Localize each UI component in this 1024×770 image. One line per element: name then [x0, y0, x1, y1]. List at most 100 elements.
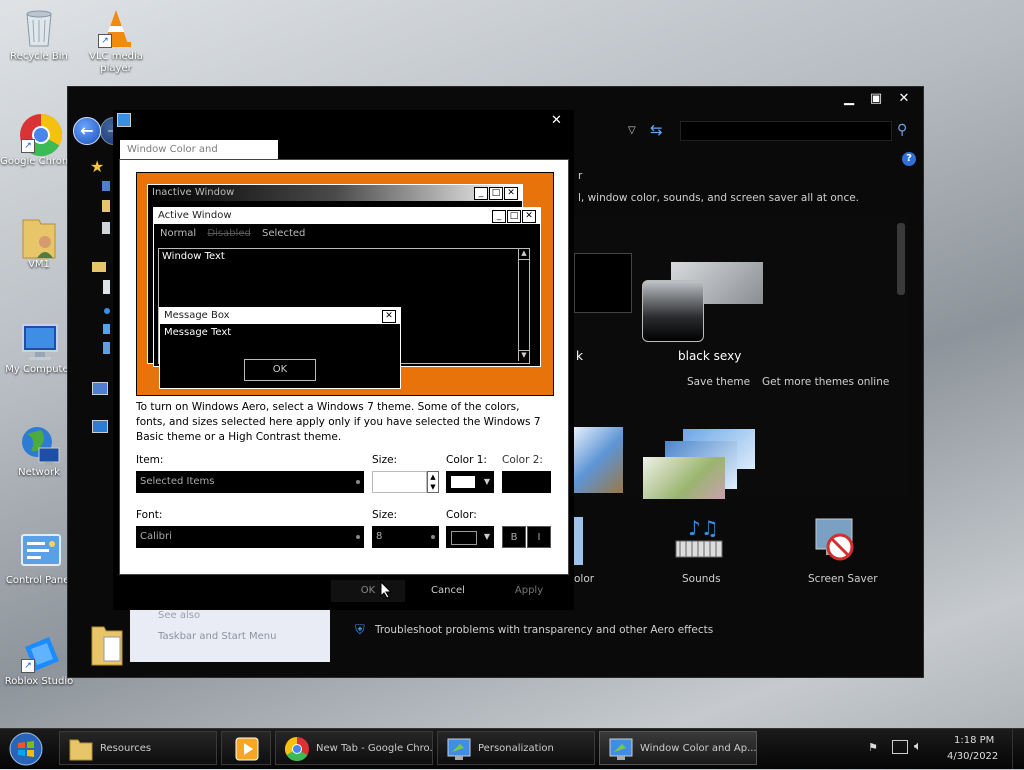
sidebar-network-icon[interactable]	[92, 420, 108, 433]
preview-scrollbar: ▲ ▼	[518, 249, 529, 361]
sounds-icon[interactable]: ♪♫	[674, 516, 724, 563]
size-spinner[interactable]: ▲ ▼	[427, 471, 439, 493]
sidebar-icon-6[interactable]	[103, 324, 110, 334]
taskbar-button-media[interactable]	[221, 731, 271, 765]
chrome-icon	[284, 736, 310, 762]
sidebar-folder-icon[interactable]	[92, 262, 106, 272]
font-size-value: 8	[376, 531, 383, 542]
taskbar-start-menu-link[interactable]: Taskbar and Start Menu	[158, 631, 276, 642]
see-also-heading: See also	[158, 610, 201, 621]
dialog-ok-button[interactable]: OK	[331, 580, 405, 602]
search-input[interactable]	[680, 121, 892, 141]
search-icon[interactable]: ⚲	[897, 122, 907, 138]
color2-picker[interactable]	[502, 471, 551, 493]
sidebar-icon-1[interactable]	[102, 181, 110, 191]
refresh-icon[interactable]: ⇆	[650, 121, 663, 139]
window-color-appearance-dialog: Inactive Window _ □ ✕ Active Window _ □ …	[119, 159, 569, 575]
preview-message-ok: OK	[244, 359, 316, 381]
dialog-cancel-button[interactable]: Cancel	[411, 580, 485, 602]
dropdown-icon	[356, 480, 360, 484]
font-color-picker[interactable]: ▼	[446, 526, 494, 548]
shortcut-arrow-icon: ↗	[98, 34, 112, 48]
desktop-icon-vlc[interactable]: ↗ VLC media player	[77, 8, 155, 75]
dropdown-icon	[356, 535, 360, 539]
color1-picker[interactable]: ▼	[446, 471, 494, 493]
font-size-select[interactable]: 8	[372, 526, 439, 548]
get-more-themes-link[interactable]: Get more themes online	[762, 376, 889, 388]
preview-active-title: Active Window	[158, 210, 232, 221]
maximize-button[interactable]: ▣	[865, 91, 887, 107]
desktop-background-thumbnail[interactable]	[573, 427, 623, 493]
computer-monitor-icon	[19, 321, 59, 361]
start-button[interactable]	[6, 731, 46, 767]
theme-left-label: k	[576, 349, 583, 363]
preview-window-text: Window Text	[162, 251, 225, 262]
control-panel-icon	[19, 532, 61, 572]
favorites-star-icon[interactable]: ★	[90, 157, 104, 176]
item-size-input[interactable]	[372, 471, 427, 493]
preview-message-title: Message Box	[164, 310, 230, 321]
taskbar-button-resources[interactable]: Resources	[59, 731, 217, 765]
aero-info-text: To turn on Windows Aero, select a Window…	[136, 401, 541, 443]
taskbar-button-label: Resources	[100, 743, 152, 754]
desktop-icon-label: Recycle Bin	[10, 51, 68, 62]
item-label: Item:	[136, 454, 164, 466]
media-player-icon	[234, 736, 260, 762]
close-button[interactable]: ✕	[893, 91, 915, 107]
preview-minimize-icon: _	[474, 187, 488, 200]
sidebar-icon-3[interactable]	[102, 222, 110, 234]
sidebar-icon-2[interactable]	[102, 200, 110, 212]
roblox-studio-icon: ↗	[19, 633, 59, 673]
dropdown-arrow-icon: ▼	[483, 532, 490, 541]
sidebar-icon-7[interactable]	[103, 342, 110, 354]
tray-volume-icon[interactable]: 🔈︎	[914, 739, 922, 754]
shortcut-arrow-icon: ↗	[21, 139, 35, 153]
dialog-close-button[interactable]: ✕	[551, 113, 562, 128]
desktop-background-stack[interactable]	[643, 429, 759, 499]
minimize-button[interactable]: ▁	[838, 91, 860, 107]
help-icon[interactable]: ?	[902, 152, 916, 166]
desktop-icon-recycle-bin[interactable]: Recycle Bin	[0, 8, 78, 63]
chrome-icon: ↗	[19, 113, 63, 157]
screen-saver-link[interactable]: Screen Saver	[808, 573, 878, 585]
dialog-apply-button[interactable]: Apply	[491, 580, 567, 602]
scrollbar[interactable]	[897, 223, 905, 295]
recycle-bin-icon	[19, 8, 59, 48]
preview-message-text: Message Text	[164, 327, 232, 338]
font-select-value: Calibri	[140, 531, 172, 542]
font-size-label: Size:	[372, 509, 398, 521]
appearance-preview[interactable]: Inactive Window _ □ ✕ Active Window _ □ …	[136, 172, 554, 396]
screen-saver-icon[interactable]	[812, 517, 860, 565]
font-select[interactable]: Calibri	[136, 526, 364, 548]
theme-thumbnail-black-sexy-front[interactable]	[642, 280, 704, 342]
back-button[interactable]: ←	[73, 117, 101, 145]
italic-toggle[interactable]: I	[527, 526, 551, 548]
item-select[interactable]: Selected Items	[136, 471, 364, 493]
preview-maximize-icon: □	[489, 187, 503, 200]
show-desktop-button[interactable]	[1012, 729, 1024, 769]
address-dropdown-icon[interactable]: ▽	[628, 125, 636, 136]
dialog-title: Window Color and Appearance	[120, 140, 278, 174]
svg-text:♪♫: ♪♫	[688, 517, 719, 540]
shield-icon: ⛨	[355, 623, 365, 638]
troubleshoot-link[interactable]: Troubleshoot problems with transparency …	[375, 624, 713, 636]
taskbar-button-chrome[interactable]: New Tab - Google Chro...	[275, 731, 433, 765]
tray-flag-icon[interactable]: ⚑	[868, 741, 878, 754]
sidebar-icon-5[interactable]	[104, 308, 110, 314]
taskbar-button-window-color[interactable]: Window Color and Ap...	[599, 731, 757, 765]
save-theme-link[interactable]: Save theme	[687, 376, 750, 388]
theme-thumbnail-left[interactable]	[574, 253, 632, 313]
color1-label: Color 1:	[446, 454, 487, 466]
taskbar-button-personalization[interactable]: Personalization	[437, 731, 595, 765]
sidebar-computer-icon[interactable]	[92, 382, 108, 395]
sounds-link[interactable]: Sounds	[682, 573, 721, 585]
window-color-link[interactable]: olor	[574, 573, 594, 585]
tray-network-icon[interactable]	[892, 740, 908, 754]
bold-toggle[interactable]: B	[502, 526, 526, 548]
window-color-thumbnail[interactable]	[573, 517, 583, 565]
desktop-icon-label: Roblox Studio	[4, 676, 74, 687]
clock-date[interactable]: 4/30/2022	[947, 751, 998, 762]
clock-time[interactable]: 1:18 PM	[954, 735, 994, 746]
dialog-app-icon	[117, 113, 131, 127]
sidebar-icon-4[interactable]	[103, 280, 110, 294]
